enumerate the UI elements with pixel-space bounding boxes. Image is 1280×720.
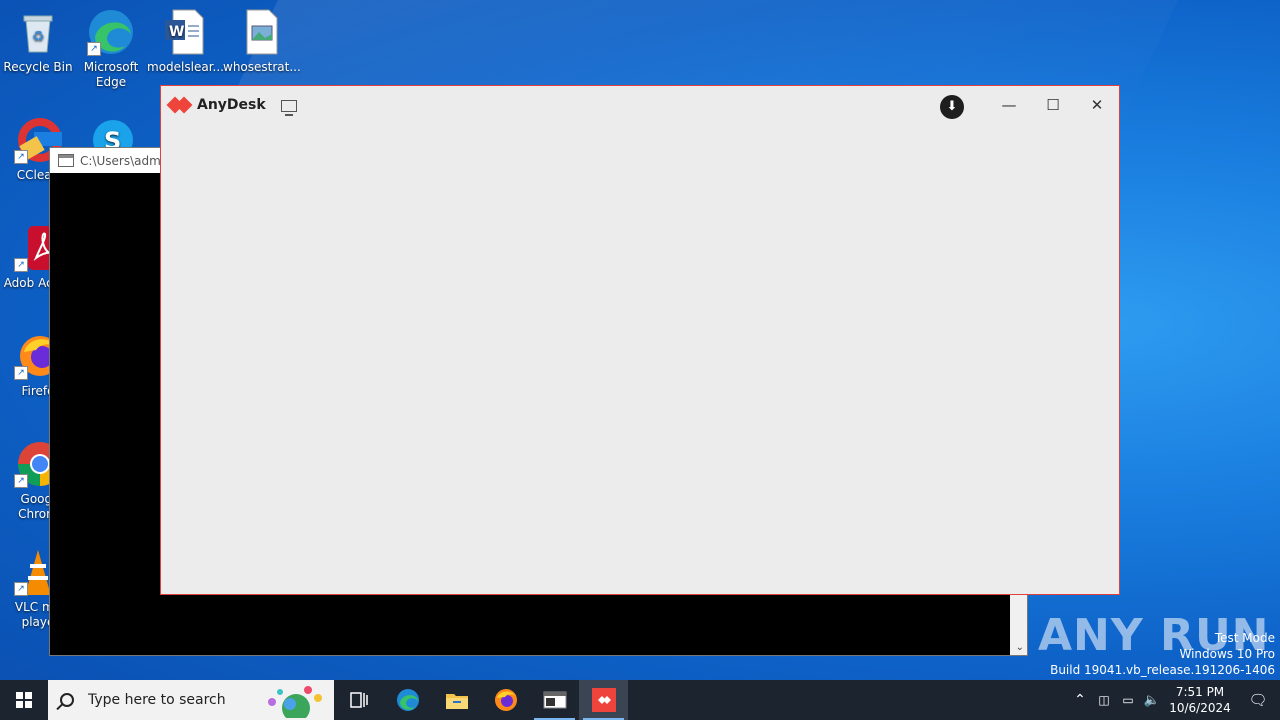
word-document-icon: W: [161, 8, 209, 56]
download-button[interactable]: ⬇: [940, 95, 964, 119]
firefox-icon: [494, 689, 517, 711]
desktop-icon-modelslear[interactable]: W modelslear...: [147, 8, 224, 75]
search-icon: [60, 693, 74, 707]
system-tray: ⌃ ◫ ▭ 🔈 7:51 PM 10/6/2024 🗨: [1068, 680, 1280, 720]
desktop-icon-edge[interactable]: ↗ Microsoft Edge: [73, 8, 149, 90]
edition-text: Windows 10 Pro: [1179, 647, 1275, 661]
desktop-icon-recycle-bin[interactable]: ♻ Recycle Bin: [0, 8, 76, 75]
task-view-icon: [349, 692, 368, 708]
console-title: C:\Users\admin: [80, 153, 172, 168]
taskbar-edge-button[interactable]: [383, 680, 432, 720]
edge-icon: ↗: [87, 8, 135, 56]
taskbar-anydesk-button[interactable]: [579, 680, 628, 720]
taskbar: Type here to search ⌃ ◫ ▭ 🔈 7:51 PM 10/6…: [0, 680, 1280, 720]
build-text: Build 19041.vb_release.191206-1406: [1050, 663, 1275, 677]
windows-icon: [16, 692, 32, 708]
search-highlight-icon: [268, 686, 322, 718]
desktop-icon-label: modelslear...: [147, 60, 224, 74]
search-placeholder: Type here to search: [88, 692, 226, 708]
task-view-button[interactable]: [334, 680, 383, 720]
desktop-icon-whosestrat[interactable]: whosestrat...: [223, 8, 301, 75]
desktop-icon-label: whosestrat...: [223, 60, 301, 74]
desktop-icon-label: Microsoft Edge: [83, 60, 139, 89]
taskbar-firefox-button[interactable]: [481, 680, 530, 720]
maximize-button[interactable]: ☐: [1031, 86, 1075, 124]
anydesk-logo-icon: [169, 96, 191, 114]
clock-time: 7:51 PM: [1175, 685, 1225, 699]
device-icon[interactable]: ◫: [1092, 693, 1116, 707]
network-icon[interactable]: ▭: [1116, 693, 1140, 707]
edge-icon: [396, 689, 419, 711]
search-box[interactable]: Type here to search: [48, 680, 334, 720]
minimize-button[interactable]: —: [987, 86, 1031, 124]
volume-icon[interactable]: 🔈: [1140, 693, 1164, 708]
scroll-down-icon[interactable]: ⌄: [1016, 642, 1024, 653]
notification-icon[interactable]: 🗨: [1236, 691, 1280, 709]
chevron-up-icon[interactable]: ⌃: [1068, 692, 1092, 708]
windows-watermark: Test Mode Windows 10 Pro Build 19041.vb_…: [1050, 630, 1275, 678]
console-icon: [58, 154, 74, 167]
recycle-bin-icon: ♻: [14, 8, 62, 56]
svg-text:W: W: [169, 24, 184, 40]
start-button[interactable]: [0, 680, 48, 720]
anydesk-title: AnyDesk: [197, 97, 266, 113]
monitor-icon[interactable]: [280, 100, 297, 116]
download-icon: ⬇: [946, 99, 958, 114]
taskbar-console-button[interactable]: [530, 680, 579, 720]
test-mode-text: Test Mode: [1214, 631, 1275, 645]
anydesk-window[interactable]: AnyDesk ⬇ — ☐ ✕: [160, 85, 1120, 595]
clock-date: 10/6/2024: [1169, 701, 1231, 715]
folder-icon: [445, 694, 468, 709]
image-file-icon: [237, 8, 285, 56]
anydesk-title-bar[interactable]: AnyDesk ⬇ — ☐ ✕: [161, 86, 1119, 124]
desktop-icon-label: Recycle Bin: [3, 60, 73, 74]
svg-text:♻: ♻: [32, 29, 45, 45]
console-app-icon: [543, 691, 566, 709]
close-button[interactable]: ✕: [1075, 86, 1119, 124]
anydesk-app-icon: [591, 688, 616, 712]
taskbar-explorer-button[interactable]: [432, 680, 481, 720]
clock[interactable]: 7:51 PM 10/6/2024: [1164, 684, 1236, 716]
